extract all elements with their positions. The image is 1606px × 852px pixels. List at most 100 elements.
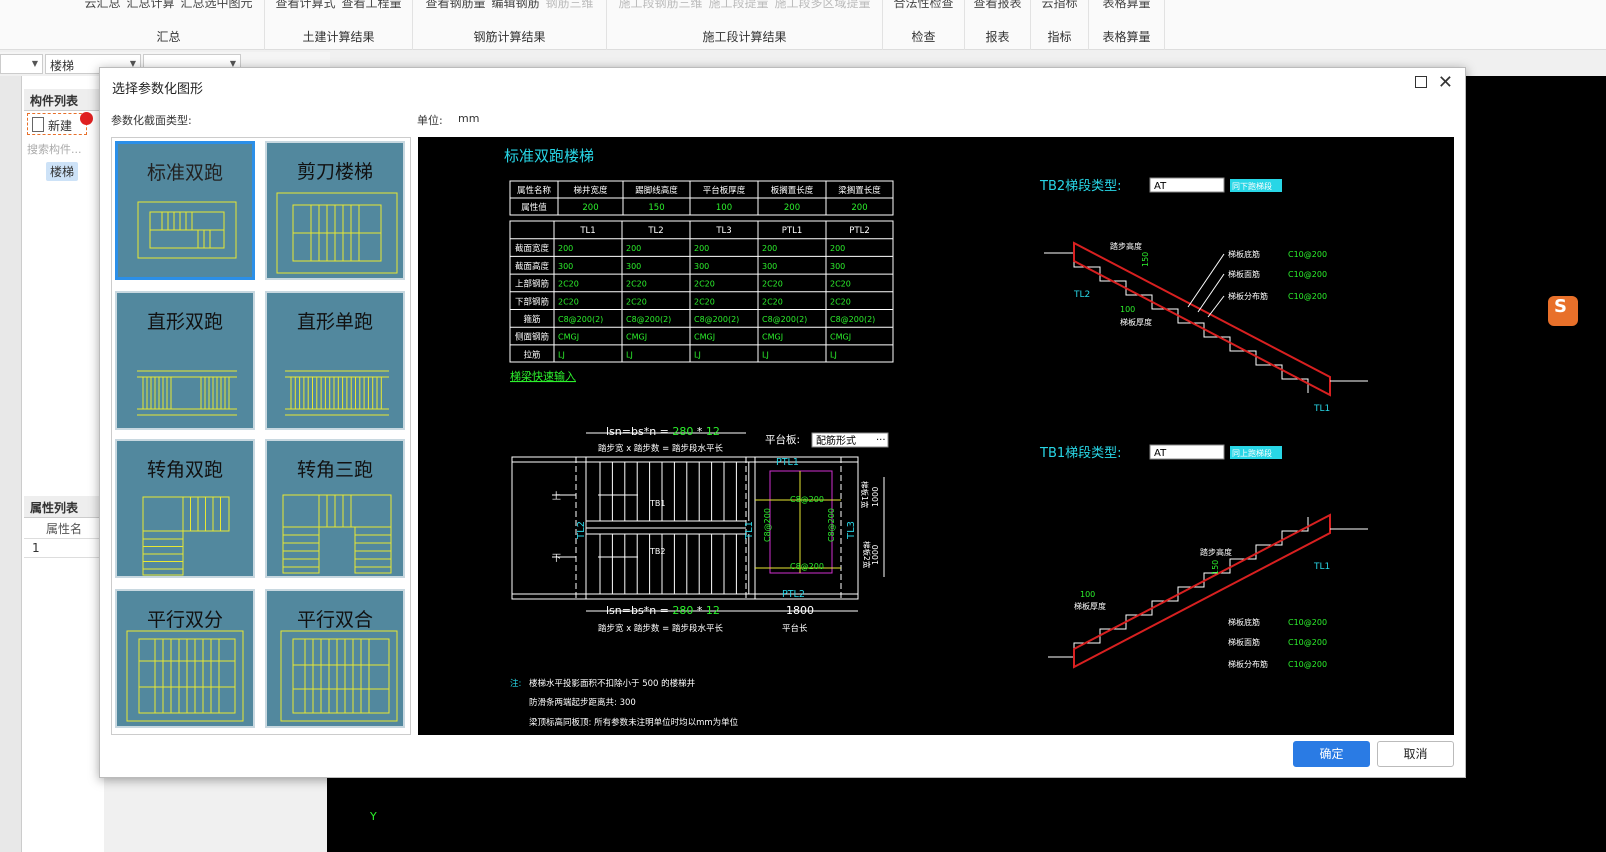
property-name-header: 属性名: [46, 522, 83, 536]
tb1-label: TB1: [649, 499, 665, 508]
ribbon-button[interactable]: 钢筋三维: [546, 0, 594, 10]
ribbon-button[interactable]: 云指标: [1041, 0, 1077, 10]
beam-value: C8@200(2): [558, 315, 603, 324]
ribbon-button[interactable]: 合法性检查: [893, 0, 953, 10]
ime-logo-icon[interactable]: S: [1548, 296, 1578, 326]
rebar-label: C8@200: [790, 495, 824, 504]
attr-value: 150: [648, 203, 664, 213]
shape-option-label: 剪刀楼梯: [296, 161, 373, 183]
beam-value: CMGJ: [694, 333, 715, 342]
shape-option[interactable]: 剪刀楼梯: [265, 141, 405, 280]
parametric-shape-dialog: 选择参数化图形 ✕ 参数化截面类型: 单位: mm 标准双跑 剪刀楼梯 直形双跑 直形…: [99, 67, 1466, 778]
ribbon-button[interactable]: 查看工程量: [342, 0, 402, 10]
ribbon-button[interactable]: 施工段钢筋三维: [618, 0, 702, 10]
beam-value: 300: [830, 262, 845, 271]
property-row[interactable]: 1: [24, 538, 104, 558]
tb2-slab-rebar: [1073, 241, 1331, 397]
dim-value: 1000: [871, 545, 880, 565]
tb1-type-value: AT: [1154, 448, 1167, 459]
formula-part: *: [693, 604, 706, 617]
ribbon-button[interactable]: 汇总计算: [126, 0, 174, 10]
note-text: 梁顶标高同板顶: 所有参数未注明单位时均以mm为单位: [529, 717, 739, 728]
shape-option-label: 标准双跑: [146, 162, 223, 184]
ribbon-button[interactable]: 查看报表: [973, 0, 1021, 10]
beam-row-label: 拉筋: [523, 349, 540, 360]
attr-header: 板搁置长度: [771, 185, 814, 196]
ribbon-group-items: 表格算量: [1089, 0, 1164, 11]
combo-value: 楼梯: [50, 59, 75, 73]
tab-component-list[interactable]: 构件列表: [24, 89, 104, 111]
beam-value: C8@200(2): [762, 315, 807, 324]
beam-row-label: 侧面钢筋: [515, 332, 549, 343]
ribbon-toolbar: 云汇总 汇总计算 汇总选中图元 汇总 查看计算式 查看工程量 土建计算结果 查看钢筋量 编辑钢筋…: [0, 0, 1606, 50]
close-icon[interactable]: ✕: [1438, 72, 1453, 93]
ribbon-button[interactable]: 汇总选中图元: [181, 0, 253, 10]
beam-value: 2C20: [694, 297, 715, 306]
beam-value: 2C20: [762, 280, 783, 289]
ribbon-button[interactable]: 查看计算式: [275, 0, 335, 10]
new-component-button[interactable]: 新建: [27, 113, 87, 135]
ribbon-button[interactable]: 表格算量: [1102, 0, 1150, 10]
ribbon-group-label: 汇总: [156, 30, 181, 44]
note-text: 楼梯水平投影面积不扣除小于 500 的楼梯井: [529, 678, 695, 689]
note-text: 防滑条两端起步距离共: 300: [529, 697, 636, 708]
platform-length-label: 平台长: [782, 623, 808, 634]
beam-col-header: PTL2: [849, 226, 869, 236]
maximize-icon[interactable]: [1415, 76, 1427, 88]
rebar-label: C8@200: [763, 508, 772, 542]
tl2-label: TL2: [576, 521, 587, 540]
formula-part: lsn=bs*n =: [606, 425, 672, 438]
shape-option[interactable]: 直形双跑: [115, 291, 255, 430]
beam-value: 300: [626, 262, 641, 271]
module-nav-strip[interactable]: [0, 76, 22, 852]
ribbon-group: 施工段钢筋三维 施工段提量 施工段多区域提量 施工段计算结果: [607, 0, 883, 50]
dim-value: 1000: [871, 487, 880, 507]
attr-header: 梯井宽度: [573, 185, 608, 196]
beam-value: 200: [762, 244, 777, 253]
ribbon-button[interactable]: 施工段多区域提量: [775, 0, 871, 10]
unit-value: mm: [458, 112, 480, 125]
shape-option[interactable]: 平行双分: [115, 589, 255, 728]
ptl2-label: PTL2: [782, 589, 805, 600]
shape-option[interactable]: 标准双跑: [115, 141, 255, 280]
beam-quick-input-link[interactable]: 梯梁快速输入: [510, 369, 576, 383]
beam-value: LJ: [626, 350, 633, 359]
ribbon-button[interactable]: 施工段提量: [708, 0, 768, 10]
beam-value: 2C20: [626, 280, 647, 289]
chevron-down-icon: ▼: [31, 59, 38, 68]
beam-value: C8@200(2): [626, 315, 671, 324]
beam-row-label: 箍筋: [523, 314, 540, 325]
tab-property-list[interactable]: 属性列表: [24, 496, 104, 518]
attr-header: 梁搁置长度: [838, 185, 881, 196]
cancel-button[interactable]: 取消: [1377, 741, 1454, 767]
dim-value: 150: [1141, 252, 1150, 267]
shape-option[interactable]: 转角三跑: [265, 439, 405, 578]
rebar-label: C10@200: [1288, 618, 1327, 627]
ribbon-button[interactable]: 查看钢筋量: [425, 0, 485, 10]
shape-option-label: 直形单跑: [296, 311, 373, 333]
rebar-label: C10@200: [1288, 638, 1327, 647]
slab-thickness-label: 梯板厚度: [1074, 601, 1106, 611]
beam-value: CMGJ: [762, 333, 783, 342]
beam-row-label: 截面高度: [515, 261, 550, 272]
ribbon-group-label: 表格算量: [1102, 30, 1151, 44]
component-item-stair[interactable]: 楼梯: [46, 162, 79, 181]
ribbon-group-label: 报表: [985, 30, 1010, 44]
ok-button[interactable]: 确定: [1293, 741, 1370, 767]
shape-option[interactable]: 直形单跑: [265, 291, 405, 430]
rebar-label: C10@200: [1288, 270, 1327, 279]
shape-option[interactable]: 转角双跑: [115, 439, 255, 578]
shape-option[interactable]: 平行双合: [265, 589, 405, 728]
component-type-combo[interactable]: ▼: [0, 54, 43, 74]
tb2-same-label: 同下跑梯段: [1232, 181, 1272, 191]
drawing-line: [1187, 253, 1225, 308]
ribbon-button[interactable]: 编辑钢筋: [491, 0, 539, 10]
beam-row-label: 上部钢筋: [515, 279, 549, 290]
section-type-label: 参数化截面类型:: [111, 114, 192, 127]
beam-value: 200: [558, 244, 573, 253]
tl2-label: TL2: [1073, 290, 1090, 300]
formula-part: *: [693, 425, 706, 438]
formula-top: lsn=bs*n = 280 * 12: [606, 425, 720, 438]
ribbon-button[interactable]: 云汇总: [84, 0, 120, 10]
component-search-input[interactable]: 搜索构件...: [27, 141, 82, 157]
